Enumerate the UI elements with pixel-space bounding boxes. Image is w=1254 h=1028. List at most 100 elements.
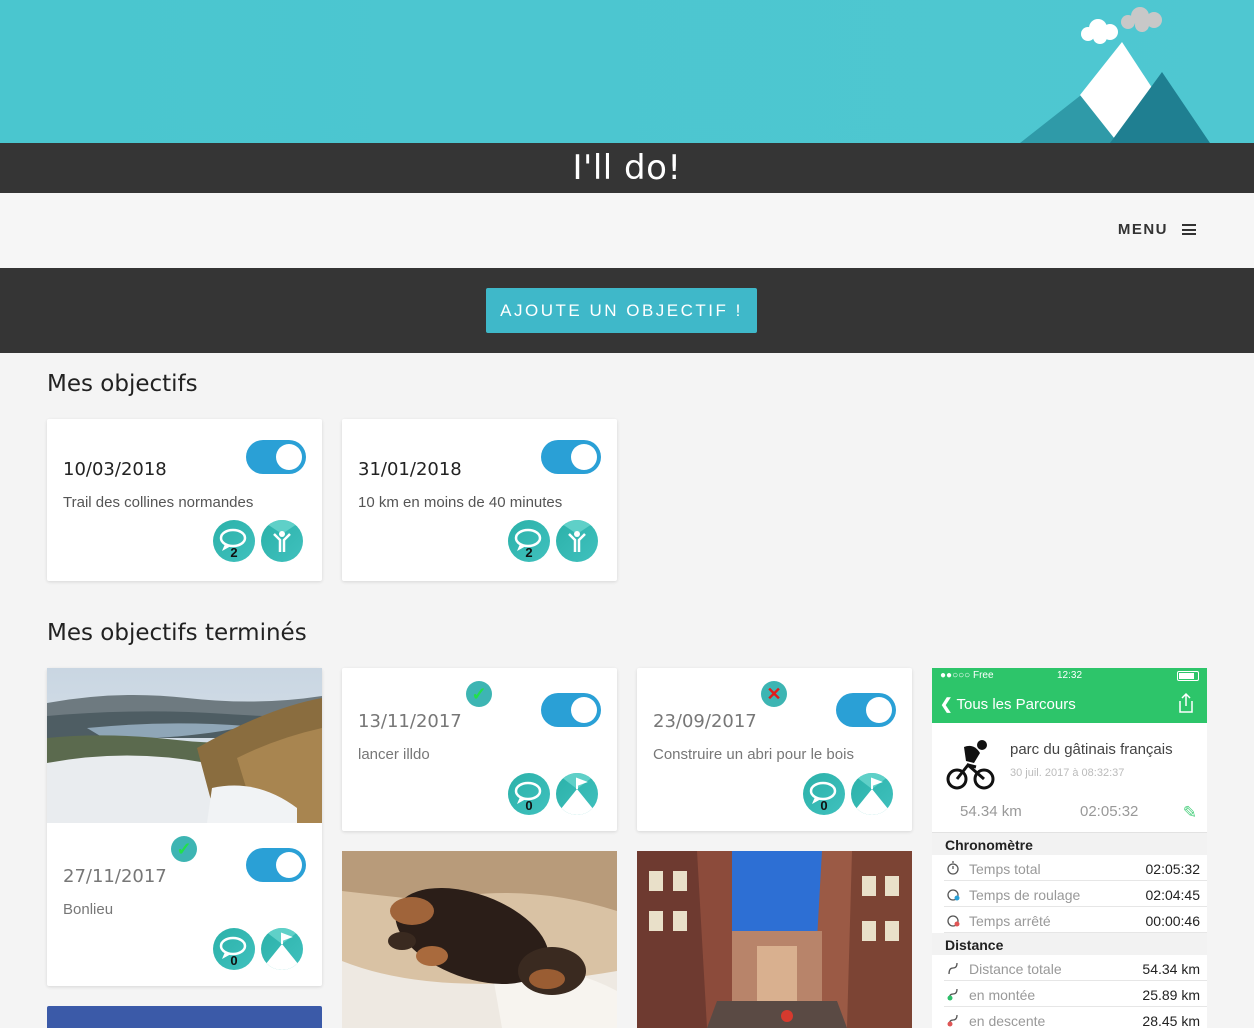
cheering-person-icon [261,520,303,552]
goal-toggle[interactable] [246,440,306,474]
route-name: parc du gâtinais français [1010,741,1173,758]
top-navigation: MENU [0,193,1254,268]
tracking-screenshot-card[interactable]: ●●○○○ Free 12:32 ❮ Tous les Parcours par… [932,668,1207,1028]
menu-button[interactable]: MENU [1118,221,1196,238]
goal-card[interactable]: 31/01/2018 10 km en moins de 40 minutes … [342,419,617,581]
section-title-active: Mes objectifs [47,371,198,397]
cheering-person-icon [556,520,598,552]
stat-label: Temps total [969,861,1041,877]
section-distance: Distance [932,933,1207,955]
summit-flag-badge[interactable] [261,928,303,970]
comments-badge[interactable]: 2 [213,520,255,562]
stat-value: 02:04:45 [1145,887,1201,903]
goal-card[interactable]: 10/03/2018 Trail des collines normandes … [47,419,322,581]
hamburger-icon [1182,224,1196,235]
route-icon [948,962,958,975]
stat-value: 00:00:46 [1145,913,1201,929]
section-chronometer: Chronomètre [932,833,1207,855]
stat-row: Temps arrêté 00:00:46 [944,907,1207,933]
share-icon[interactable] [1177,692,1195,719]
route-downhill-icon [947,1014,958,1027]
comments-count: 0 [525,798,533,813]
goal-toggle[interactable] [541,693,601,727]
comments-count: 2 [230,545,238,560]
goal-title: 10 km en moins de 40 minutes [358,494,563,511]
comments-count: 2 [525,545,533,560]
stat-label: Distance totale [969,961,1062,977]
goal-toggle[interactable] [836,693,896,727]
supporters-badge[interactable] [556,520,598,562]
stat-row: en descente 28.45 km [944,1007,1207,1028]
goal-date: 23/09/2017 [653,711,757,732]
failure-status-icon: ✕ [761,681,787,707]
stat-row: en montée 25.89 km [944,981,1207,1007]
action-bar: AJOUTE UN OBJECTIF ! [0,268,1254,353]
supporters-badge[interactable] [261,520,303,562]
goal-photo-partial[interactable] [47,1006,322,1028]
route-distance: 54.34 km [960,803,1022,820]
goal-title: Trail des collines normandes [63,494,254,511]
stat-row: Temps total 02:05:32 [944,855,1207,881]
route-summary: parc du gâtinais français 30 juil. 2017 … [932,723,1207,833]
stat-value: 02:05:32 [1145,861,1201,877]
stat-row: Temps de roulage 02:04:45 [944,881,1207,907]
stat-value: 54.34 km [1142,961,1200,977]
stat-label: Temps arrêté [969,913,1051,929]
hero-banner [0,0,1254,143]
comments-badge[interactable]: 0 [803,773,845,815]
stat-row: Distance totale 54.34 km [944,955,1207,981]
success-status-icon: ✓ [466,681,492,707]
goal-photo-landscape [47,668,322,823]
section-title-done: Mes objectifs terminés [47,620,307,646]
completed-goal-card[interactable]: ✕ 23/09/2017 Construire un abri pour le … [637,668,912,831]
comments-count: 0 [230,953,238,968]
app-title-bar: I'll do! [0,143,1254,193]
summit-flag-icon [556,773,598,815]
goal-date: 10/03/2018 [63,459,167,480]
completed-goal-card[interactable]: ✓ 27/11/2017 Bonlieu 0 [47,668,322,986]
route-duration: 02:05:32 [1080,803,1139,820]
comments-badge[interactable]: 0 [213,928,255,970]
stat-value: 28.45 km [1142,1013,1200,1028]
battery-icon [1177,671,1199,681]
cyclist-icon [946,737,996,798]
menu-label: MENU [1117,221,1168,238]
goal-toggle[interactable] [246,848,306,882]
stopwatch-moving-icon [947,889,960,901]
stat-label: en montée [969,987,1036,1003]
summit-flag-badge[interactable] [556,773,598,815]
summit-flag-badge[interactable] [851,773,893,815]
edit-icon[interactable]: ✎ [1183,803,1197,823]
chevron-left-icon: ❮ [940,696,953,713]
success-status-icon: ✓ [171,836,197,862]
phone-status-bar: ●●○○○ Free 12:32 [932,668,1207,684]
route-date: 30 juil. 2017 à 08:32:37 [1010,767,1125,779]
summit-flag-icon [261,928,303,970]
comments-count: 0 [820,798,828,813]
comments-badge[interactable]: 2 [508,520,550,562]
goal-title: lancer illdo [358,746,430,763]
summit-flag-icon [851,773,893,815]
goal-title: Bonlieu [63,901,114,918]
add-goal-button[interactable]: AJOUTE UN OBJECTIF ! [486,288,757,333]
goal-photo-dog[interactable] [342,851,617,1028]
stopwatch-icon [947,861,959,875]
stopwatch-stopped-icon [947,915,960,927]
back-button[interactable]: ❮ Tous les Parcours [940,695,1076,713]
route-uphill-icon [947,988,958,1001]
phone-nav-bar: ❮ Tous les Parcours [932,684,1207,723]
mountain-logo-icon [1020,7,1210,143]
goal-date: 31/01/2018 [358,459,462,480]
goal-photo-street[interactable] [637,851,912,1028]
completed-goal-card[interactable]: ✓ 13/11/2017 lancer illdo 0 [342,668,617,831]
stat-label: en descente [969,1013,1046,1028]
goal-toggle[interactable] [541,440,601,474]
back-label: Tous les Parcours [956,696,1076,713]
phone-time: 12:32 [1056,670,1083,681]
stat-value: 25.89 km [1142,987,1200,1003]
stat-label: Temps de roulage [969,887,1081,903]
goal-date: 13/11/2017 [358,711,462,732]
comments-badge[interactable]: 0 [508,773,550,815]
goal-title: Construire un abri pour le bois [653,746,854,763]
app-title: I'll do! [572,148,682,188]
